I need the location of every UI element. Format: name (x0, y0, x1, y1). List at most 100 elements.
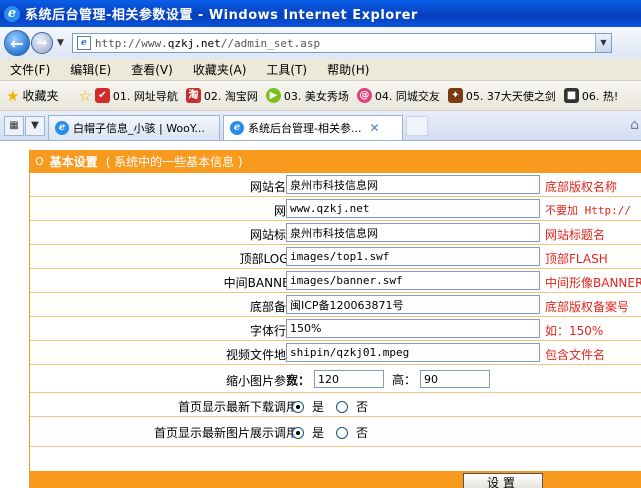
address-dropdown-icon[interactable]: ▼ (594, 34, 611, 52)
radio-label: 否 (356, 400, 369, 414)
bullet-circle-icon: O (35, 155, 44, 168)
top-logo-field[interactable] (286, 247, 540, 266)
site-url-field[interactable] (286, 199, 540, 218)
favorite-label: 01. 网址导航 (112, 89, 178, 103)
window-title: 系统后台管理-相关参数设置 - Windows Internet Explore… (25, 8, 418, 23)
tab-wooyun[interactable]: e 白帽子信息_小骇 | WooY... (48, 115, 220, 140)
address-toolbar: ← → ▼ e http://www.qzkj.net//admin_set.a… (0, 27, 641, 59)
favorites-bar: ★ 收藏夹 ☆ ✔ 01. 网址导航 淘 02. 淘宝网 ▶ 03. 美女秀场 … (0, 81, 641, 111)
favorite-label: 04. 同城交友 (374, 89, 440, 103)
favorite-link[interactable]: ✔ 01. 网址导航 (94, 88, 178, 104)
home-icon[interactable]: ⌂ (630, 117, 639, 133)
tab-list-dropdown-icon[interactable]: ▼ (25, 116, 45, 136)
tab-label: 白帽子信息_小骇 | WooY... (73, 122, 205, 135)
close-tab-icon[interactable]: ✕ (369, 121, 379, 135)
submit-settings-button[interactable]: 设置 (463, 473, 543, 488)
download-call-yes-radio[interactable] (292, 400, 304, 413)
tab-bar: ▦ ▼ e 白帽子信息_小骇 | WooY... e 系统后台管理-相关参...… (0, 111, 641, 141)
thumb-width-field[interactable] (314, 370, 385, 388)
banner-field[interactable] (286, 271, 540, 290)
swirl-icon: @ (356, 88, 372, 103)
forward-button[interactable]: → (31, 32, 53, 54)
width-label: 宽： (286, 372, 311, 387)
address-url[interactable]: http://www.qzkj.net//admin_set.asp (95, 37, 320, 50)
hao-icon: ✔ (94, 88, 110, 103)
ie-logo-icon: e (4, 5, 20, 22)
setting-row-banner: 中间BANNER： 中间形像BANNER (30, 269, 641, 293)
setting-row-icp: 底部备案： 底部版权备案号 (30, 293, 641, 317)
back-button[interactable]: ← (4, 30, 30, 56)
height-label: 高： (392, 372, 417, 387)
setting-row-line-height: 字体行距： 如：150% (30, 317, 641, 341)
favorite-link[interactable]: ■ 06. 热! (563, 88, 619, 104)
game-icon: ✦ (447, 88, 463, 103)
setting-row-top-logo: 顶部LOGO： 顶部FLASH (30, 245, 641, 269)
field-hint: 底部版权名称 (545, 180, 618, 194)
play-icon: ▶ (265, 88, 281, 103)
tab-admin-settings[interactable]: e 系统后台管理-相关参... ✕ (223, 115, 403, 140)
menu-favorites[interactable]: 收藏夹(A) (193, 61, 247, 78)
field-hint: 如：150% (545, 324, 604, 338)
field-hint: 网站标题名 (545, 228, 606, 242)
field-hint: 底部版权备案号 (545, 300, 630, 314)
menu-file[interactable]: 文件(F) (10, 61, 50, 78)
favorite-label: 02. 淘宝网 (203, 89, 258, 103)
panel-footer: 设置 (30, 471, 641, 488)
radio-label: 是 (312, 426, 325, 440)
favorites-star-icon[interactable]: ★ (6, 87, 19, 105)
image-call-radio-group: 是 否 (292, 424, 380, 441)
favorite-link[interactable]: 淘 02. 淘宝网 (185, 88, 258, 104)
thumb-height-field[interactable] (420, 370, 491, 388)
new-tab-button[interactable] (406, 116, 428, 136)
page-content: O 基本设置 ( 系统中的一些基本信息 ) 网站名称： 底部版权名称 网址： 不… (0, 141, 641, 488)
history-dropdown-icon[interactable]: ▼ (57, 38, 64, 48)
panel-title: 基本设置 (49, 155, 98, 169)
radio-label: 是 (312, 400, 325, 414)
favorite-link[interactable]: ✦ 05. 37大天使之剑 (447, 88, 556, 104)
radio-label: 否 (356, 426, 369, 440)
setting-row-site-title: 网站标题： 网站标题名 (30, 221, 641, 245)
favorite-link[interactable]: ▶ 03. 美女秀场 (265, 88, 349, 104)
line-height-field[interactable] (286, 319, 540, 338)
ie-page-icon: e (230, 121, 244, 135)
taobao-icon: 淘 (185, 88, 201, 103)
quick-tabs-icon[interactable]: ▦ (4, 116, 24, 136)
menu-help[interactable]: 帮助(H) (327, 61, 369, 78)
download-call-no-radio[interactable] (336, 400, 349, 413)
field-label: 首页显示最新图片展示调用： (153, 426, 310, 440)
menu-view[interactable]: 查看(V) (131, 61, 173, 78)
field-hint: 顶部FLASH (545, 252, 608, 266)
page-icon: e (76, 36, 91, 50)
favorite-label: 06. 热! (581, 89, 619, 103)
setting-row-url: 网址： 不要加 Http:// (30, 197, 641, 221)
favorite-label: 05. 37大天使之剑 (465, 89, 556, 103)
favorite-label: 03. 美女秀场 (283, 89, 349, 103)
setting-row-download-call: 首页显示最新下载调用： 是 否 (30, 393, 641, 417)
address-bar[interactable]: e http://www.qzkj.net//admin_set.asp ▼ (71, 33, 612, 53)
setting-row-site-name: 网站名称： 底部版权名称 (30, 173, 641, 197)
site-title-field[interactable] (286, 223, 540, 242)
icp-record-field[interactable] (286, 295, 540, 314)
menu-edit[interactable]: 编辑(E) (70, 61, 111, 78)
ie-page-icon: e (55, 121, 69, 135)
setting-row-thumbnail: 缩小图片参数： 宽： 高： (30, 365, 641, 393)
image-call-yes-radio[interactable] (292, 426, 304, 439)
setting-row-video: 视频文件地址： 包含文件名 (30, 341, 641, 365)
menu-tools[interactable]: 工具(T) (266, 61, 307, 78)
favorites-button[interactable]: 收藏夹 (22, 87, 58, 104)
panel-header: O 基本设置 ( 系统中的一些基本信息 ) (30, 150, 641, 173)
basic-settings-panel: O 基本设置 ( 系统中的一些基本信息 ) 网站名称： 底部版权名称 网址： 不… (29, 150, 641, 488)
hot-icon: ■ (563, 88, 579, 103)
add-favorite-icon[interactable]: ☆ (78, 87, 91, 105)
window-title-bar: e 系统后台管理-相关参数设置 - Windows Internet Explo… (0, 0, 641, 27)
tab-label: 系统后台管理-相关参... (248, 122, 362, 135)
favorite-link[interactable]: @ 04. 同城交友 (356, 88, 440, 104)
panel-subtitle: ( 系统中的一些基本信息 ) (105, 155, 243, 169)
image-call-no-radio[interactable] (336, 426, 349, 439)
video-path-field[interactable] (286, 343, 540, 362)
menu-bar: 文件(F) 编辑(E) 查看(V) 收藏夹(A) 工具(T) 帮助(H) (0, 59, 641, 81)
field-label: 首页显示最新下载调用： (177, 400, 310, 414)
site-name-field[interactable] (286, 175, 540, 194)
field-hint: 不要加 Http:// (545, 204, 631, 217)
setting-row-image-call: 首页显示最新图片展示调用： 是 否 (30, 417, 641, 447)
